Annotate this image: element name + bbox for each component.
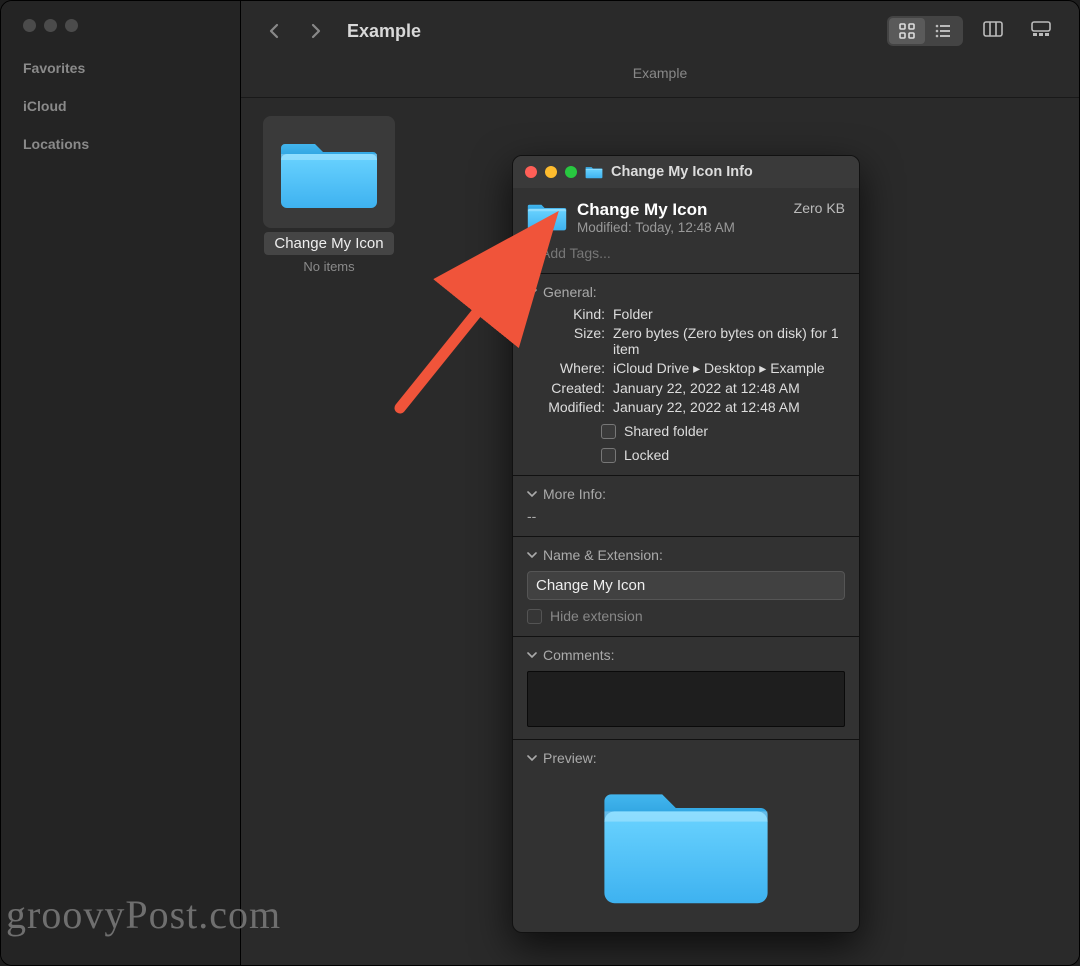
section-more-info-header[interactable]: More Info: [527, 486, 845, 502]
size-value: Zero bytes (Zero bytes on disk) for 1 it… [613, 325, 845, 357]
chevron-down-icon [527, 550, 537, 560]
forward-button[interactable] [301, 17, 329, 45]
info-size-badge: Zero KB [794, 200, 845, 216]
columns-icon [983, 21, 1003, 37]
folder-item[interactable]: Change My Icon No items [259, 116, 399, 274]
get-info-panel: Change My Icon Info Change My Icon Modif… [512, 155, 860, 933]
view-switcher [887, 16, 1059, 46]
size-key: Size: [527, 325, 605, 357]
info-header: Change My Icon Modified: Today, 12:48 AM… [513, 188, 859, 245]
modified-key: Modified: [527, 399, 605, 415]
minimize-dot[interactable] [44, 19, 57, 32]
close-dot[interactable] [23, 19, 36, 32]
where-value: iCloud Drive ▸ Desktop ▸ Example [613, 360, 845, 377]
info-titlebar[interactable]: Change My Icon Info [513, 156, 859, 188]
chevron-down-icon [527, 753, 537, 763]
locked-label: Locked [624, 447, 669, 463]
comments-input[interactable] [527, 671, 845, 727]
hide-ext-row[interactable]: Hide extension [527, 608, 845, 624]
shared-folder-label: Shared folder [624, 423, 708, 439]
modified-value: January 22, 2022 at 12:48 AM [613, 399, 845, 415]
titlebar-folder-icon [585, 165, 603, 179]
tags-field[interactable]: Add Tags... [513, 245, 859, 274]
section-comments-header[interactable]: Comments: [527, 647, 845, 663]
shared-folder-checkbox[interactable] [601, 424, 616, 439]
locked-row[interactable]: Locked [601, 447, 845, 463]
name-ext-label: Name & Extension: [543, 547, 663, 563]
section-comments: Comments: [513, 637, 859, 740]
name-ext-input[interactable] [527, 571, 845, 600]
info-name: Change My Icon [577, 200, 784, 220]
view-icons-button[interactable] [889, 18, 925, 44]
view-list-button[interactable] [925, 18, 961, 44]
locked-checkbox[interactable] [601, 448, 616, 463]
where-key: Where: [527, 360, 605, 377]
folder-name-label[interactable]: Change My Icon [264, 232, 393, 255]
info-minimize-button[interactable] [545, 166, 557, 178]
sidebar: Favorites iCloud Locations [1, 1, 241, 965]
more-info-label: More Info: [543, 486, 606, 502]
section-name-ext: Name & Extension: Hide extension [513, 537, 859, 637]
more-info-value: -- [527, 508, 845, 524]
section-name-ext-header[interactable]: Name & Extension: [527, 547, 845, 563]
preview-label: Preview: [543, 750, 597, 766]
view-gallery-button[interactable] [1023, 16, 1059, 42]
chevron-down-icon [527, 489, 537, 499]
sidebar-section-favorites[interactable]: Favorites [23, 60, 218, 76]
watermark: groovyPost.com [6, 891, 281, 938]
info-title: Change My Icon Info [611, 164, 753, 180]
folder-icon [279, 97, 379, 247]
section-preview: Preview: [513, 740, 859, 932]
comments-label: Comments: [543, 647, 615, 663]
path-bar[interactable]: Example [241, 61, 1079, 98]
toolbar: Example [241, 1, 1079, 61]
section-more-info: More Info: -- [513, 476, 859, 537]
zoom-dot[interactable] [65, 19, 78, 32]
shared-folder-row[interactable]: Shared folder [601, 423, 845, 439]
section-general: General: Kind: Folder Size: Zero bytes (… [513, 274, 859, 476]
preview-folder-icon [601, 774, 771, 910]
info-zoom-button[interactable] [565, 166, 577, 178]
grid-icon [898, 22, 916, 40]
section-general-label: General: [543, 284, 597, 300]
window-controls [23, 19, 218, 32]
section-preview-header[interactable]: Preview: [527, 750, 845, 766]
chevron-down-icon [527, 287, 537, 297]
kind-key: Kind: [527, 306, 605, 322]
list-icon [934, 22, 952, 40]
info-folder-icon[interactable] [527, 200, 567, 232]
back-button[interactable] [261, 17, 289, 45]
hide-ext-checkbox [527, 609, 542, 624]
window-title: Example [347, 21, 875, 42]
sidebar-section-locations[interactable]: Locations [23, 136, 218, 152]
created-value: January 22, 2022 at 12:48 AM [613, 380, 845, 396]
hide-ext-label: Hide extension [550, 608, 643, 624]
info-close-button[interactable] [525, 166, 537, 178]
sidebar-section-icloud[interactable]: iCloud [23, 98, 218, 114]
info-modified: Modified: Today, 12:48 AM [577, 220, 784, 235]
chevron-down-icon [527, 650, 537, 660]
created-key: Created: [527, 380, 605, 396]
section-general-header[interactable]: General: [527, 284, 845, 300]
gallery-icon [1031, 21, 1051, 37]
folder-icon-wrapper [263, 116, 395, 228]
kind-value: Folder [613, 306, 845, 322]
view-columns-button[interactable] [975, 16, 1011, 42]
folder-subtitle: No items [303, 259, 354, 274]
